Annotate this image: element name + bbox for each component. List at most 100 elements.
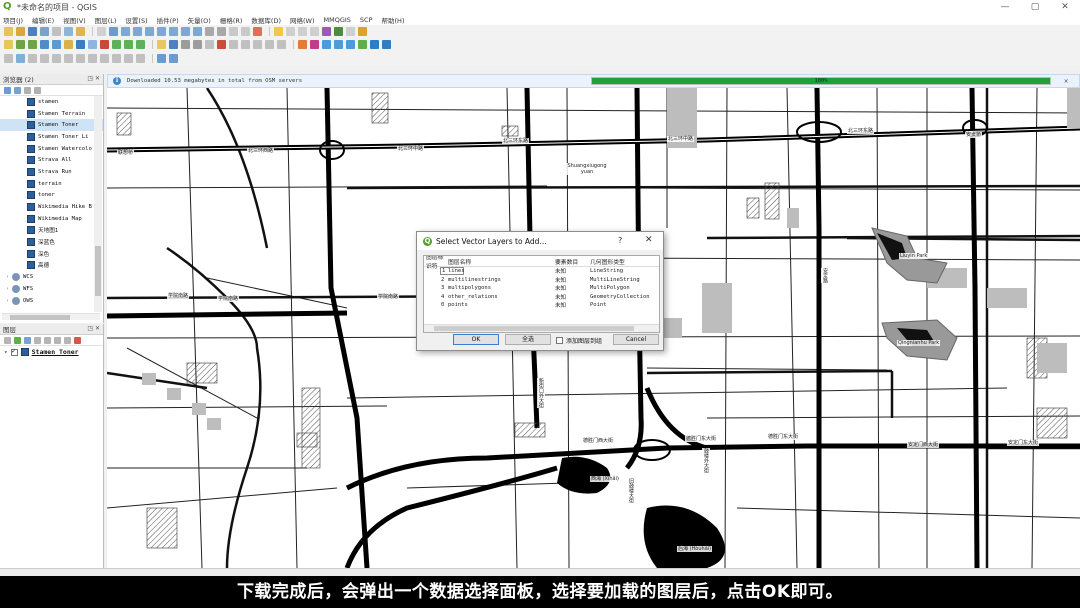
style-manager-icon[interactable] — [76, 27, 85, 36]
menu-mmqgis[interactable]: MMQGIS — [324, 16, 351, 24]
add-postgis-icon[interactable] — [76, 40, 85, 49]
browser-item-stamen-terrain[interactable]: Stamen Terrain — [0, 108, 103, 120]
add-mssql-icon[interactable] — [100, 40, 109, 49]
statistics-icon[interactable] — [334, 27, 343, 36]
browser-group-ows[interactable]: › OWS — [0, 295, 103, 307]
browser-item-deep-blue[interactable]: 深蓝色 — [0, 236, 103, 248]
open-data-source-icon[interactable] — [4, 40, 13, 49]
table-row[interactable]: 3 multipolygons 未知 MultiPolygon — [424, 284, 659, 293]
table-horizontal-scrollbar[interactable] — [424, 324, 659, 332]
attribute-table-icon[interactable] — [310, 27, 319, 36]
scrollbar-thumb[interactable] — [434, 326, 634, 331]
identify-icon[interactable] — [274, 27, 283, 36]
save-as-icon[interactable] — [40, 27, 49, 36]
field-calculator-icon[interactable] — [322, 27, 331, 36]
filter-browser-icon[interactable] — [14, 86, 21, 94]
manage-map-themes-icon[interactable] — [24, 336, 31, 344]
open-project-icon[interactable] — [16, 27, 25, 36]
menu-edit[interactable]: 编辑(E) — [32, 15, 54, 25]
digitize-shape-icon[interactable] — [4, 53, 13, 63]
browser-item-toner[interactable]: toner — [0, 190, 103, 202]
browser-item-tianditu[interactable]: 天地图1 — [0, 225, 103, 237]
delete-selected-icon[interactable] — [217, 40, 226, 49]
measure-icon[interactable] — [346, 27, 355, 36]
add-raster-icon[interactable] — [40, 40, 49, 49]
zoom-full-icon[interactable] — [157, 27, 166, 36]
add-spatialite-icon[interactable] — [88, 40, 97, 49]
toggle-editing-icon[interactable] — [157, 40, 166, 49]
browser-horizontal-scrollbar[interactable] — [2, 313, 100, 320]
table-row[interactable]: 1 lines 未知 LineString — [424, 267, 659, 276]
browser-vertical-scrollbar[interactable] — [94, 96, 102, 312]
menu-web[interactable]: 网络(W) — [290, 15, 315, 25]
select-all-button[interactable]: 全选 — [505, 334, 551, 345]
model-designer-icon[interactable] — [382, 40, 391, 49]
menu-help[interactable]: 帮助(H) — [382, 15, 405, 25]
scrollbar-thumb[interactable] — [10, 315, 70, 320]
zoom-to-selection-icon[interactable] — [169, 27, 178, 36]
pan-icon[interactable] — [97, 27, 106, 36]
minimize-button[interactable]: — — [990, 0, 1020, 14]
add-mesh-icon[interactable] — [52, 40, 61, 49]
help-button[interactable]: ? — [618, 236, 622, 245]
panel-float-close-icon[interactable]: ◳ ✕ — [87, 325, 100, 332]
menu-database[interactable]: 数据库(D) — [251, 15, 281, 25]
add-part-icon[interactable] — [64, 53, 73, 63]
zoom-next-icon[interactable] — [217, 27, 226, 36]
vertex-tool-icon[interactable] — [205, 40, 214, 49]
print-layout-icon[interactable] — [52, 27, 61, 36]
collapse-all-icon[interactable] — [24, 86, 31, 94]
expand-all-icon[interactable] — [54, 336, 61, 344]
reshape-icon[interactable] — [112, 53, 121, 63]
deselect-icon[interactable] — [298, 27, 307, 36]
split-features-icon[interactable] — [136, 53, 145, 63]
rotate-label-icon[interactable] — [346, 40, 355, 49]
filter-expression-icon[interactable] — [44, 336, 51, 344]
zoom-in-icon[interactable] — [121, 27, 130, 36]
column-header-feature-count[interactable]: 要素数目 — [555, 257, 590, 266]
collapse-all-icon[interactable] — [64, 336, 71, 344]
new-map-view-icon[interactable] — [229, 27, 238, 36]
menu-scp[interactable]: SCP — [360, 16, 373, 24]
browser-item-stamen-watercolor[interactable]: Stamen Watercolo — [0, 143, 103, 155]
menu-vector[interactable]: 矢量(O) — [188, 15, 211, 25]
processing-toolbox-icon[interactable] — [370, 40, 379, 49]
add-wms-icon[interactable] — [112, 40, 121, 49]
browser-item-dark[interactable]: 深色 — [0, 248, 103, 260]
scrollbar-thumb[interactable] — [95, 246, 101, 296]
menu-plugins[interactable]: 插件(P) — [157, 15, 179, 25]
text-annotation-icon[interactable] — [358, 27, 367, 36]
snapping-icon[interactable] — [157, 53, 166, 63]
temporal-controller-icon[interactable] — [241, 27, 250, 36]
browser-item-gaode[interactable]: 高德 — [0, 260, 103, 272]
menu-settings[interactable]: 设置(S) — [125, 15, 147, 25]
redo-icon[interactable] — [277, 40, 286, 49]
browser-group-wfs[interactable]: › WFS — [0, 283, 103, 295]
dialog-close-button[interactable]: ✕ — [645, 235, 653, 245]
move-feature-icon[interactable] — [16, 53, 25, 63]
menu-raster[interactable]: 栅格(R) — [220, 15, 243, 25]
python-console-icon[interactable] — [358, 40, 367, 49]
expand-arrow-icon[interactable]: › — [6, 274, 9, 280]
cancel-button[interactable]: Cancel — [613, 334, 659, 345]
add-vector-icon[interactable] — [28, 40, 37, 49]
add-wfs-icon[interactable] — [136, 40, 145, 49]
add-ring-icon[interactable] — [52, 53, 61, 63]
refresh-browser-icon[interactable] — [4, 86, 11, 94]
ok-button[interactable]: OK — [453, 334, 499, 345]
filter-legend-icon[interactable] — [34, 336, 41, 344]
show-labels-icon[interactable] — [322, 40, 331, 49]
checkbox-box[interactable] — [556, 337, 563, 344]
rotate-feature-icon[interactable] — [28, 53, 37, 63]
enable-properties-icon[interactable] — [34, 86, 41, 94]
label-tool-icon[interactable] — [298, 40, 307, 49]
select-features-icon[interactable] — [286, 27, 295, 36]
browser-item-stamen[interactable]: stamen — [0, 96, 103, 108]
table-row[interactable]: 2 multilinestrings 未知 MultiLineString — [424, 276, 659, 285]
refresh-icon[interactable] — [253, 27, 262, 36]
zoom-native-icon[interactable] — [193, 27, 202, 36]
new-project-icon[interactable] — [4, 27, 13, 36]
copy-features-icon[interactable] — [241, 40, 250, 49]
panel-float-close-icon[interactable]: ◳ ✕ — [87, 75, 100, 82]
simplify-feature-icon[interactable] — [40, 53, 49, 63]
